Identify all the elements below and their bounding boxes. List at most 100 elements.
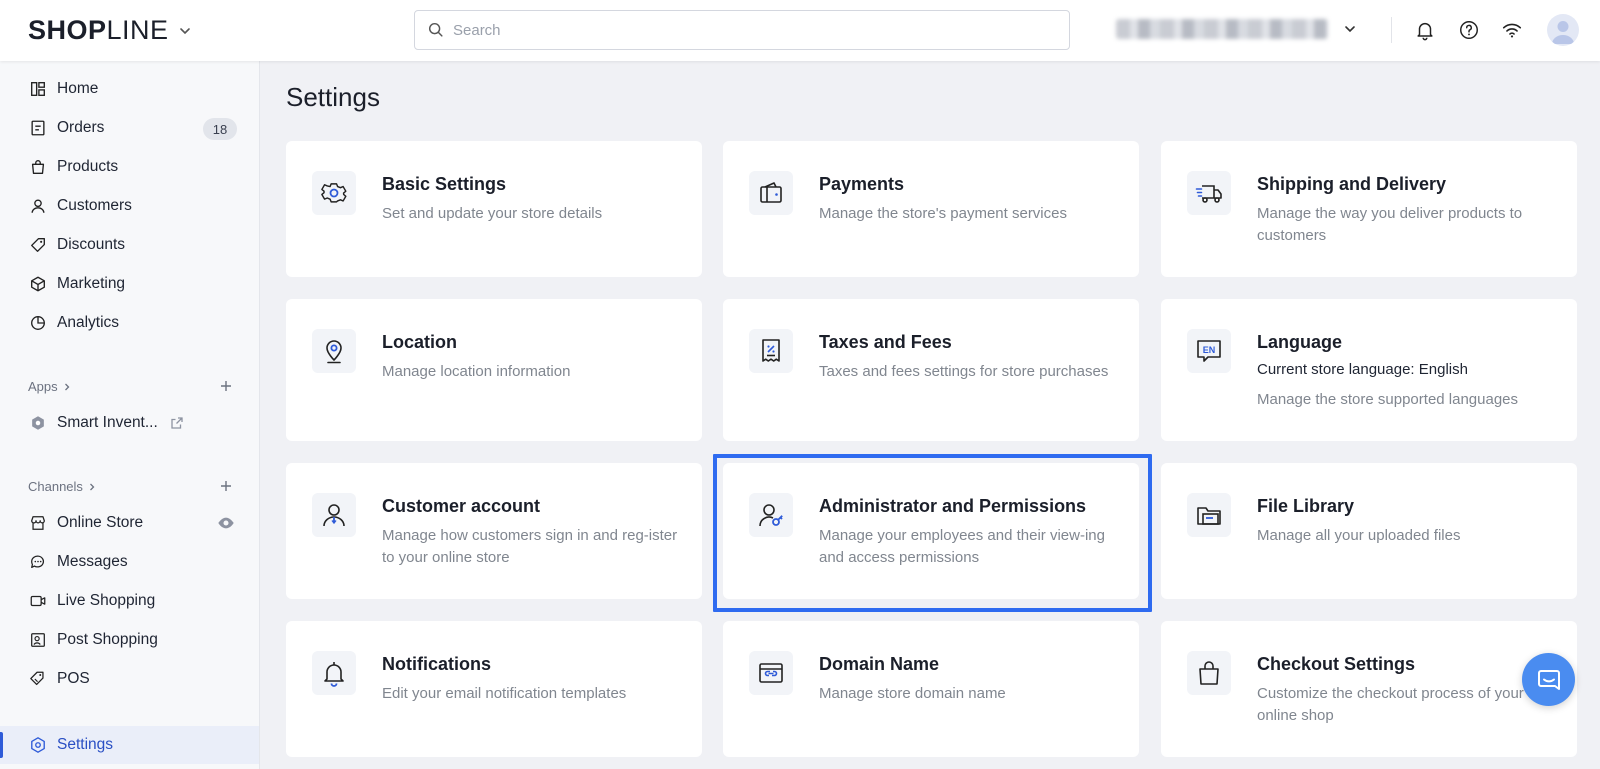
eye-icon[interactable] (217, 514, 235, 532)
card-description: Customize the checkout process of your o… (1257, 685, 1524, 724)
card-title: Checkout Settings (1257, 654, 1416, 674)
settings-icon (28, 735, 48, 755)
sidebar-item-smart-inventory[interactable]: Smart Invent... (0, 404, 259, 442)
top-bar: SHOPLINE (0, 0, 1600, 61)
live-shopping-icon (28, 591, 48, 611)
post-shopping-icon (28, 630, 48, 650)
wifi-icon[interactable] (1499, 17, 1525, 43)
notifications-card[interactable]: Notifications Edit your email notificati… (286, 621, 702, 757)
divider (1391, 17, 1392, 43)
orders-icon (28, 118, 48, 138)
search-bar[interactable] (414, 10, 1070, 50)
sidebar-item-label: Marketing (57, 275, 126, 292)
messages-icon (28, 552, 48, 572)
wallet-icon (749, 171, 793, 215)
gear-icon (312, 171, 356, 215)
customer-account-card[interactable]: Customer account Manage how customers si… (286, 463, 702, 599)
sidebar-item-orders[interactable]: Orders 18 (0, 109, 259, 147)
svg-text:EN: EN (1203, 345, 1216, 355)
folder-icon (1187, 493, 1231, 537)
chevron-down-icon (1345, 26, 1355, 33)
current-language: Current store language: English (1257, 361, 1468, 378)
bell-icon (312, 651, 356, 695)
card-description: Manage your employees and their view-ing… (819, 527, 1105, 566)
sidebar-item-settings[interactable]: Settings (0, 726, 259, 764)
add-app-plus-icon[interactable] (218, 378, 234, 394)
location-pin-icon (312, 329, 356, 373)
customer-account-icon (312, 493, 356, 537)
external-link-icon (171, 417, 183, 429)
sidebar-item-analytics[interactable]: Analytics (0, 304, 259, 342)
avatar[interactable] (1547, 14, 1579, 46)
sidebar-item-customers[interactable]: Customers (0, 187, 259, 225)
checkout-settings-card[interactable]: Checkout Settings Customize the checkout… (1161, 621, 1577, 757)
sidebar-item-label: Smart Invent... (57, 414, 158, 431)
sidebar-item-online-store[interactable]: Online Store (0, 504, 259, 542)
store-name-dropdown[interactable] (1116, 19, 1358, 39)
card-description: Manage the way you deliver products to c… (1257, 205, 1523, 244)
add-channel-plus-icon[interactable] (218, 478, 234, 494)
search-input[interactable] (453, 21, 1053, 39)
sidebar-item-label: Discounts (57, 236, 126, 253)
sidebar-item-marketing[interactable]: Marketing (0, 265, 259, 303)
sidebar-item-home[interactable]: Home (0, 70, 259, 108)
orders-count-badge: 18 (203, 118, 237, 140)
search-icon (428, 22, 443, 37)
language-card[interactable]: EN Language Current store language: Engl… (1161, 299, 1577, 441)
chevron-right-icon (89, 483, 95, 490)
sidebar-item-live-shopping[interactable]: Live Shopping (0, 582, 259, 620)
domain-name-card[interactable]: Domain Name Manage store domain name (723, 621, 1139, 757)
sidebar-item-label: Home (57, 80, 99, 97)
receipt-icon (749, 329, 793, 373)
sidebar-item-label: Online Store (57, 514, 144, 531)
location-card[interactable]: Location Manage location information (286, 299, 702, 441)
sidebar-item-pos[interactable]: POS (0, 660, 259, 698)
chat-support-button[interactable] (1522, 653, 1575, 706)
domain-icon (749, 651, 793, 695)
payments-card[interactable]: Payments Manage the store's payment serv… (723, 141, 1139, 277)
truck-icon (1187, 171, 1231, 215)
chevron-down-icon (179, 27, 190, 34)
chevron-right-icon (64, 383, 70, 390)
basic-settings-card[interactable]: Basic Settings Set and update your store… (286, 141, 702, 277)
card-title: Domain Name (819, 654, 940, 674)
card-title: Notifications (382, 654, 492, 674)
apps-section-label[interactable]: Apps (28, 379, 72, 394)
card-title: Basic Settings (382, 174, 507, 194)
pos-icon (28, 669, 48, 689)
card-title: Taxes and Fees (819, 332, 952, 352)
online-store-icon (28, 513, 48, 533)
help-icon[interactable] (1456, 17, 1482, 43)
card-title: Language (1257, 332, 1343, 352)
card-title: Payments (819, 174, 905, 194)
sidebar-item-messages[interactable]: Messages (0, 543, 259, 581)
card-title: File Library (1257, 496, 1355, 516)
store-switcher-logo[interactable]: SHOPLINE (28, 15, 193, 46)
sidebar-item-post-shopping[interactable]: Post Shopping (0, 621, 259, 659)
sidebar-item-label: Post Shopping (57, 631, 158, 648)
card-description: Manage location information (382, 363, 571, 380)
sidebar: Home Orders 18 Products Customers Discou… (0, 61, 260, 769)
card-description: Manage all your uploaded files (1257, 527, 1461, 544)
sidebar-item-discounts[interactable]: Discounts (0, 226, 259, 264)
sidebar-item-label: Products (57, 158, 119, 175)
admin-permissions-icon (749, 493, 793, 537)
administrator-permissions-card[interactable]: Administrator and Permissions Manage you… (723, 463, 1139, 599)
taxes-fees-card[interactable]: Taxes and Fees Taxes and fees settings f… (723, 299, 1139, 441)
marketing-icon (28, 274, 48, 294)
notifications-bell-icon[interactable] (1412, 17, 1438, 43)
channels-section-label[interactable]: Channels (28, 479, 97, 494)
sidebar-item-label: Settings (57, 736, 114, 753)
sidebar-item-label: Analytics (57, 314, 120, 331)
products-icon (28, 157, 48, 177)
home-icon (28, 79, 48, 99)
chat-icon (1537, 669, 1560, 690)
sidebar-item-products[interactable]: Products (0, 148, 259, 186)
customers-icon (28, 196, 48, 216)
shipping-delivery-card[interactable]: Shipping and Delivery Manage the way you… (1161, 141, 1577, 277)
sidebar-item-label: Messages (57, 553, 128, 570)
sidebar-item-label: Orders (57, 119, 105, 136)
card-title: Location (382, 332, 457, 352)
file-library-card[interactable]: File Library Manage all your uploaded fi… (1161, 463, 1577, 599)
card-description: Manage how customers sign in and reg-ist… (382, 527, 678, 566)
